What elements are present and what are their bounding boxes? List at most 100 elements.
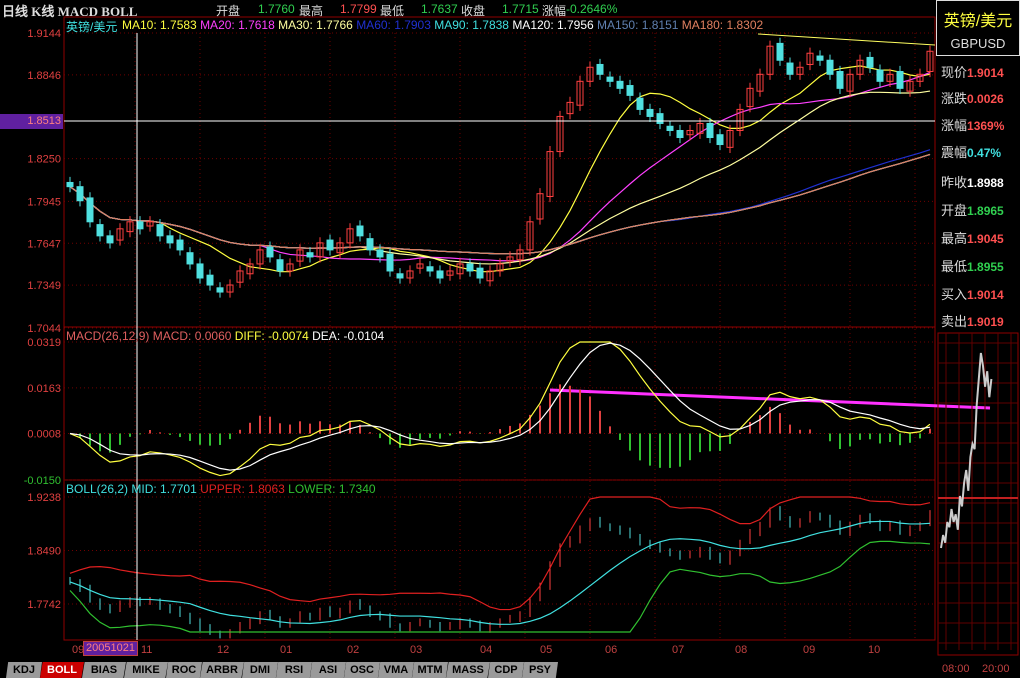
intraday-line [940,352,993,549]
tab-rsi[interactable]: RSI [276,662,312,678]
quote-label: 震幅 [941,145,968,160]
ma-line [69,153,931,255]
x-tick-label: 06 [605,644,617,656]
diff-value: DIFF: -0.0074 [234,329,309,343]
candle-body [876,69,884,82]
candle-body [676,129,684,139]
macd-legend: MACD(26,12,9) MACD: 0.0060 DIFF: -0.0074… [66,329,384,343]
y-tick-label: 1.7044 [27,323,61,335]
candle-body [826,59,834,75]
tab-vma[interactable]: VMA [378,662,414,678]
crosshair-date-label: 20051021 [83,641,138,656]
pane-frame [63,16,936,328]
candle-body [166,235,174,244]
candle-body [386,253,394,272]
tab-cdp[interactable]: CDP [488,662,524,678]
pane-frame [63,326,936,481]
quote-label: 昨收 [941,175,968,190]
candle-body [156,224,164,237]
candle-body [356,225,364,237]
candle-body [76,186,84,202]
candle-body [816,55,824,61]
quote-value: 0.47% [967,146,1002,160]
candle-body [366,238,374,251]
quote-value: 1.8988 [967,176,1004,190]
tab-bias[interactable]: BIAS [82,662,126,678]
intraday-time-label: 08:00 [942,663,970,675]
x-tick-label: 02 [347,644,359,656]
x-tick-label: 05 [540,644,552,656]
ma-line [69,65,931,273]
quote-label: 买入 [941,287,968,302]
quote-value: 1.8955 [967,260,1004,274]
macd-value: MACD: 0.0060 [152,329,232,343]
candle-body [666,125,674,131]
tab-mike[interactable]: MIKE [124,662,168,678]
tab-asi[interactable]: ASI [310,662,346,678]
candle-body [266,246,274,258]
y-tick-label: 0.0319 [27,337,61,349]
quote-row: 涨幅1369% [941,115,1004,134]
quote-value: 1.9014 [967,288,1004,302]
tab-mtm[interactable]: MTM [412,662,448,678]
quote-row: 昨收1.8988 [941,172,1004,191]
tab-arbr[interactable]: ARBR [200,662,244,678]
boll-legend: BOLL(26,2) MID: 1.7701 UPPER: 1.8063 LOW… [66,482,376,496]
quote-label: 涨幅 [941,118,968,133]
x-tick-label: 10 [868,644,880,656]
quote-label: 现价 [941,65,968,80]
candle-body [106,235,114,244]
x-tick-label: 11 [141,644,152,656]
tab-mass[interactable]: MASS [446,662,490,678]
y-tick-label: 1.8250 [27,154,61,166]
tab-kdj[interactable]: KDJ [6,662,42,678]
candle-body [326,239,334,251]
quote-row: 震幅0.47% [941,142,1001,161]
x-tick-label: 12 [217,644,229,656]
quote-label: 涨跌 [941,91,968,106]
candle-body [896,70,904,89]
macd-name: MACD(26,12,9) [66,329,150,343]
macd-trend-line [549,388,991,410]
candle-body [206,274,214,286]
quote-row: 最低1.8955 [941,256,1004,275]
boll-upper: UPPER: 1.8063 [200,482,285,496]
y-tick-label: 0.0008 [27,429,61,441]
intraday-time-label: 20:00 [982,663,1010,675]
tab-boll[interactable]: BOLL [40,662,84,678]
crosshair-price-label: 1.8513 [0,114,63,129]
y-tick-label: 1.7349 [27,280,61,292]
quote-value: 1.9045 [967,232,1004,246]
x-tick-label: 03 [410,644,422,656]
boll-mid: MID: 1.7701 [131,482,197,496]
candle-body [276,259,284,272]
quote-value: 1.9014 [967,66,1004,80]
quote-label: 最高 [941,231,968,246]
boll-upper-line [69,496,931,611]
trend-line [757,33,936,46]
candle-body [466,263,474,272]
candle-body [96,224,104,237]
candle-body [636,97,644,110]
candle-body [866,56,874,68]
tab-roc[interactable]: ROC [166,662,202,678]
diff-line [69,341,931,477]
quote-row: 开盘1.8965 [941,200,1004,219]
boll-lower-line [69,540,931,633]
tab-osc[interactable]: OSC [344,662,380,678]
ma-line [69,153,931,255]
tab-dmi[interactable]: DMI [242,662,278,678]
quote-value: 1.9019 [967,315,1004,329]
ma-line [69,153,931,255]
pane-frame [63,479,936,641]
quote-row: 最高1.9045 [941,228,1004,247]
y-tick-label: 1.8490 [27,545,61,557]
candle-body [396,273,404,279]
candle-body [136,221,144,230]
tab-psy[interactable]: PSY [522,662,558,678]
candle-body [176,239,184,251]
symbol-code: GBPUSD [950,36,1006,51]
candle-body [836,70,844,89]
quote-label: 最低 [941,259,968,274]
candle-body [646,108,654,117]
